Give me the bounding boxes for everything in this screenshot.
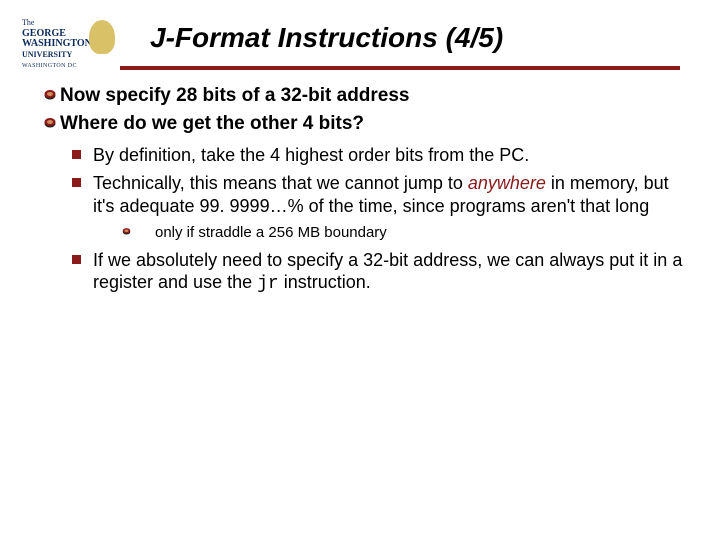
square-bullet-icon bbox=[72, 150, 81, 159]
emphasis-anywhere: anywhere bbox=[468, 173, 546, 193]
logo-the: The bbox=[22, 18, 34, 27]
bullet-text: Now specify 28 bits of a 32-bit address bbox=[60, 84, 410, 108]
title-underline bbox=[120, 66, 680, 70]
square-bullet-icon bbox=[72, 255, 81, 264]
slide-body: Now specify 28 bits of a 32-bit address … bbox=[44, 84, 684, 302]
square-bullet-icon bbox=[72, 178, 81, 187]
logo-line2: WASHINGTON bbox=[22, 38, 92, 49]
bullet-level2: Technically, this means that we cannot j… bbox=[72, 172, 684, 217]
university-logo: The GEORGE WASHINGTON UNIVERSITY WASHING… bbox=[22, 18, 117, 66]
text-fragment: instruction. bbox=[279, 272, 371, 292]
logo-dc: WASHINGTON DC bbox=[22, 63, 77, 69]
bullet-level1: Now specify 28 bits of a 32-bit address bbox=[44, 84, 684, 108]
logo-portrait bbox=[89, 20, 115, 54]
bullet-text: By definition, take the 4 highest order … bbox=[93, 144, 529, 167]
text-fragment: If we absolutely need to specify a 32-bi… bbox=[93, 250, 682, 293]
text-fragment: Technically, this means that we cannot j… bbox=[93, 173, 468, 193]
logo-line1: GEORGE bbox=[22, 28, 66, 39]
code-jr: jr bbox=[257, 274, 279, 294]
bullet-text: only if straddle a 256 MB boundary bbox=[155, 223, 387, 243]
disc-bullet-icon bbox=[44, 89, 56, 101]
small-disc-bullet-icon bbox=[122, 227, 131, 236]
bullet-level2: If we absolutely need to specify a 32-bi… bbox=[72, 249, 684, 296]
bullet-text: Technically, this means that we cannot j… bbox=[93, 172, 684, 217]
bullet-level1: Where do we get the other 4 bits? bbox=[44, 112, 684, 136]
bullet-text: If we absolutely need to specify a 32-bi… bbox=[93, 249, 684, 296]
bullet-level3: only if straddle a 256 MB boundary bbox=[122, 223, 684, 243]
bullet-text: Where do we get the other 4 bits? bbox=[60, 112, 364, 136]
disc-bullet-icon bbox=[44, 117, 56, 129]
bullet-level2: By definition, take the 4 highest order … bbox=[72, 144, 684, 167]
slide-title: J-Format Instructions (4/5) bbox=[150, 22, 503, 54]
logo-line3: UNIVERSITY bbox=[22, 50, 72, 59]
